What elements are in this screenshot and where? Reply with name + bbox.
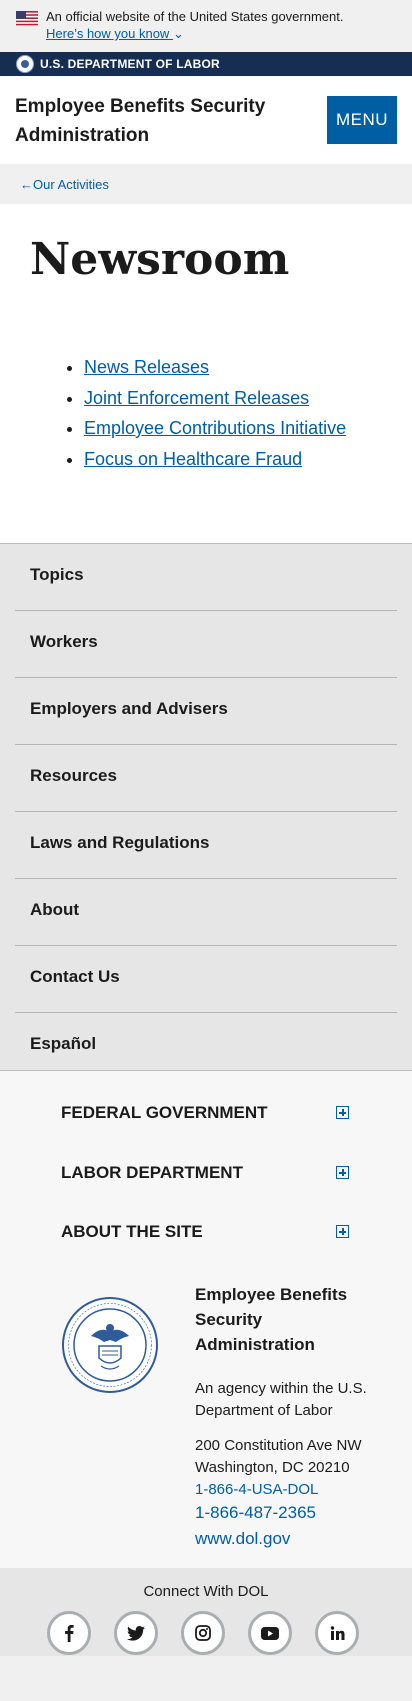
subnav-label: Resources [30, 766, 117, 785]
youtube-icon [261, 1626, 279, 1640]
breadcrumb: ←Our Activities [0, 164, 412, 204]
newsroom-link-list: News Releases Joint Enforcement Releases… [46, 352, 346, 474]
secondary-nav: Topics Workers Employers and Advisers Re… [0, 543, 412, 1071]
address-line-1: 200 Constitution Ave NW [195, 1437, 362, 1454]
menu-button[interactable]: MENU [327, 96, 397, 144]
accordion-label: LABOR DEPARTMENT [61, 1163, 243, 1182]
subnav-label: Contact Us [30, 967, 120, 986]
focus-healthcare-fraud-link[interactable]: Focus on Healthcare Fraud [84, 449, 302, 469]
plus-box-icon [336, 1225, 349, 1238]
subnav-item-workers[interactable]: Workers [15, 611, 397, 678]
linkedin-icon [330, 1625, 344, 1640]
site-title[interactable]: Employee Benefits Security Administratio… [15, 92, 275, 150]
subnav-label: Español [30, 1034, 97, 1053]
phone-number-link[interactable]: 1-866-487-2365 [195, 1503, 316, 1523]
plus-box-icon [336, 1106, 349, 1119]
site-footer: FEDERAL GOVERNMENT LABOR DEPARTMENT ABOU… [0, 1071, 412, 1568]
accordion-federal-government[interactable]: FEDERAL GOVERNMENT [61, 1095, 349, 1135]
social-title: Connect With DOL [143, 1583, 269, 1600]
subnav-item-espanol[interactable]: Español [15, 1013, 397, 1079]
facebook-icon [65, 1625, 74, 1642]
dol-seal-icon [16, 55, 34, 73]
org-description: An agency within the U.S. Department of … [195, 1380, 367, 1419]
instagram-link[interactable] [181, 1611, 225, 1655]
agency-bar: U.S. DEPARTMENT OF LABOR [0, 52, 412, 76]
subnav-label: Laws and Regulations [30, 833, 210, 852]
joint-enforcement-releases-link[interactable]: Joint Enforcement Releases [84, 388, 309, 408]
employee-contributions-initiative-link[interactable]: Employee Contributions Initiative [84, 418, 346, 438]
main-content: Newsroom News Releases Joint Enforcement… [0, 204, 412, 543]
plus-box-icon [336, 1166, 349, 1179]
org-name: Employee Benefits Security Administratio… [195, 1285, 348, 1354]
subnav-item-about[interactable]: About [15, 879, 397, 946]
phone-text-link[interactable]: 1-866-4-USA-DOL [195, 1481, 318, 1498]
subnav-label: Topics [30, 565, 84, 584]
subnav-label: Workers [30, 632, 98, 651]
breadcrumb-back-link[interactable]: ←Our Activities [20, 177, 109, 192]
subnav-item-topics[interactable]: Topics [15, 544, 397, 611]
website-link[interactable]: www.dol.gov [195, 1529, 290, 1549]
accordion-label: FEDERAL GOVERNMENT [61, 1103, 268, 1122]
twitter-icon [127, 1625, 145, 1641]
news-releases-link[interactable]: News Releases [84, 357, 209, 377]
twitter-link[interactable] [114, 1611, 158, 1655]
us-flag-icon [16, 11, 38, 26]
arrow-left-icon: ← [20, 177, 33, 192]
subnav-label: Employers and Advisers [30, 699, 228, 718]
agency-name[interactable]: U.S. DEPARTMENT OF LABOR [40, 57, 220, 71]
gov-banner: An official website of the United States… [0, 0, 412, 52]
subnav-item-resources[interactable]: Resources [15, 745, 397, 812]
official-site-text: An official website of the United States… [46, 9, 344, 24]
list-item: Joint Enforcement Releases [84, 383, 346, 414]
instagram-icon [195, 1625, 211, 1641]
accordion-about-the-site[interactable]: ABOUT THE SITE [61, 1214, 349, 1254]
heres-how-you-know-link[interactable]: Here’s how you know ⌄ [46, 26, 184, 42]
site-header: Employee Benefits Security Administratio… [0, 76, 412, 164]
subnav-item-employers-advisers[interactable]: Employers and Advisers [15, 678, 397, 745]
linkedin-link[interactable] [315, 1611, 359, 1655]
youtube-link[interactable] [248, 1611, 292, 1655]
dol-seal-logo [62, 1297, 158, 1393]
heres-how-label: Here’s how you know [46, 26, 170, 41]
subnav-label: About [30, 900, 80, 919]
page-title: Newsroom [30, 234, 290, 285]
chevron-down-icon: ⌄ [172, 26, 184, 41]
list-item: Employee Contributions Initiative [84, 413, 346, 444]
breadcrumb-label: Our Activities [33, 177, 109, 192]
facebook-link[interactable] [47, 1611, 91, 1655]
subnav-item-laws-regulations[interactable]: Laws and Regulations [15, 812, 397, 879]
accordion-label: ABOUT THE SITE [61, 1222, 203, 1241]
address-line-2: Washington, DC 20210 [195, 1459, 350, 1476]
list-item: News Releases [84, 352, 346, 383]
social-bar: Connect With DOL [0, 1568, 412, 1656]
list-item: Focus on Healthcare Fraud [84, 444, 346, 475]
subnav-item-contact-us[interactable]: Contact Us [15, 946, 397, 1013]
accordion-labor-department[interactable]: LABOR DEPARTMENT [61, 1155, 349, 1195]
